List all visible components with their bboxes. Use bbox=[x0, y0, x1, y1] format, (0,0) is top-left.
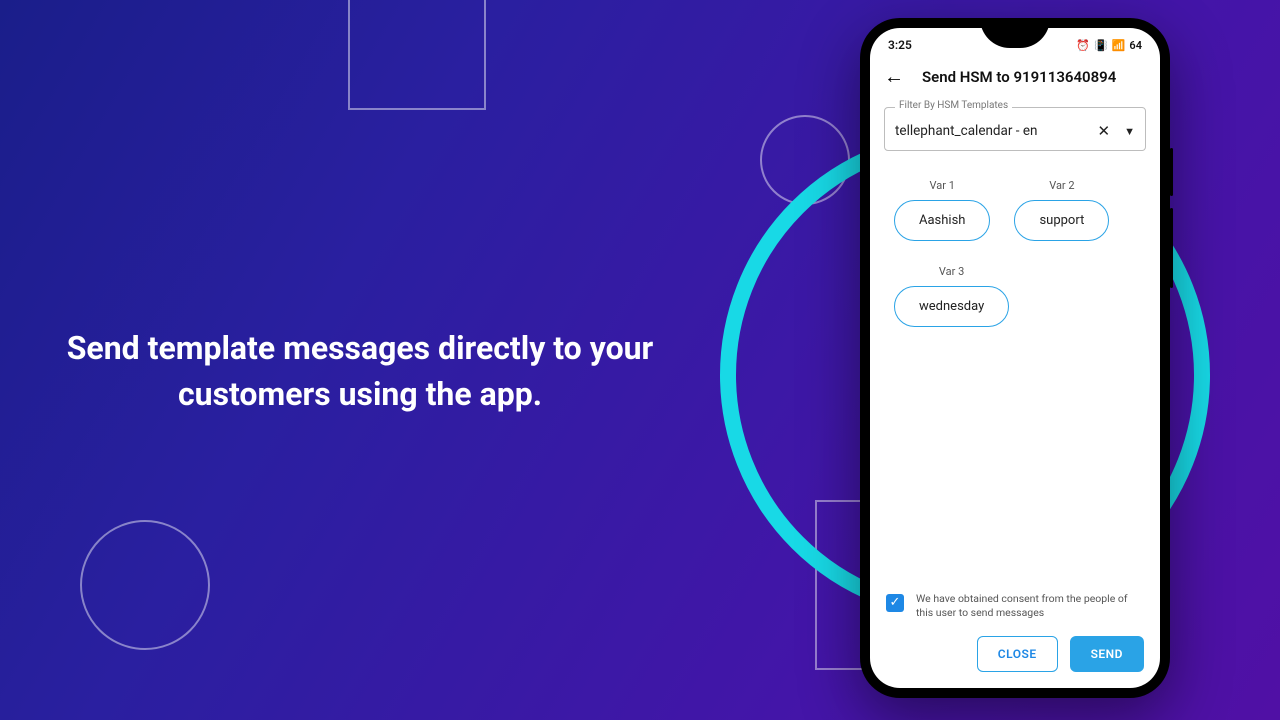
signal-icon: 📶 bbox=[1112, 39, 1126, 52]
decor-square-1 bbox=[348, 0, 486, 110]
template-filter-field[interactable]: Filter By HSM Templates tellephant_calen… bbox=[884, 107, 1146, 151]
phone-frame: 3:25 ⏰ 📳 📶 64 ← Send HSM to 919113640894… bbox=[860, 18, 1170, 698]
back-icon[interactable]: ← bbox=[884, 64, 904, 89]
close-button[interactable]: CLOSE bbox=[977, 636, 1058, 672]
var-1-input[interactable]: Aashish bbox=[894, 200, 990, 241]
var-2-input[interactable]: support bbox=[1014, 200, 1109, 241]
var-3-label: Var 3 bbox=[939, 265, 964, 278]
var-1-group: Var 1 Aashish bbox=[894, 179, 990, 241]
phone-screen: 3:25 ⏰ 📳 📶 64 ← Send HSM to 919113640894… bbox=[870, 28, 1160, 688]
alarm-icon: ⏰ bbox=[1076, 39, 1090, 52]
consent-row: ✓ We have obtained consent from the peop… bbox=[886, 592, 1144, 620]
phone-side-button bbox=[1170, 208, 1173, 288]
template-filter-value: tellephant_calendar - en bbox=[895, 123, 1038, 139]
phone-side-button bbox=[1170, 148, 1173, 196]
send-button[interactable]: SEND bbox=[1070, 636, 1144, 672]
consent-checkbox[interactable]: ✓ bbox=[886, 594, 904, 612]
template-filter-label: Filter By HSM Templates bbox=[895, 100, 1012, 111]
app-bar: ← Send HSM to 919113640894 bbox=[870, 56, 1160, 101]
page-title: Send HSM to 919113640894 bbox=[922, 68, 1116, 86]
chevron-down-icon[interactable]: ▼ bbox=[1124, 125, 1135, 138]
var-2-group: Var 2 support bbox=[1014, 179, 1109, 241]
status-icons: ⏰ 📳 📶 64 bbox=[1076, 39, 1142, 52]
var-3-input[interactable]: wednesday bbox=[894, 286, 1009, 327]
battery-text: 64 bbox=[1129, 39, 1142, 52]
var-3-group: Var 3 wednesday bbox=[894, 265, 1009, 327]
var-2-label: Var 2 bbox=[1049, 179, 1074, 192]
consent-text: We have obtained consent from the people… bbox=[916, 592, 1144, 620]
status-time: 3:25 bbox=[888, 38, 912, 52]
var-1-label: Var 1 bbox=[930, 179, 955, 192]
decor-circle-1 bbox=[80, 520, 210, 650]
promo-headline: Send template messages directly to your … bbox=[40, 325, 680, 418]
vibrate-icon: 📳 bbox=[1094, 39, 1108, 52]
clear-icon[interactable]: ✕ bbox=[1098, 122, 1111, 140]
